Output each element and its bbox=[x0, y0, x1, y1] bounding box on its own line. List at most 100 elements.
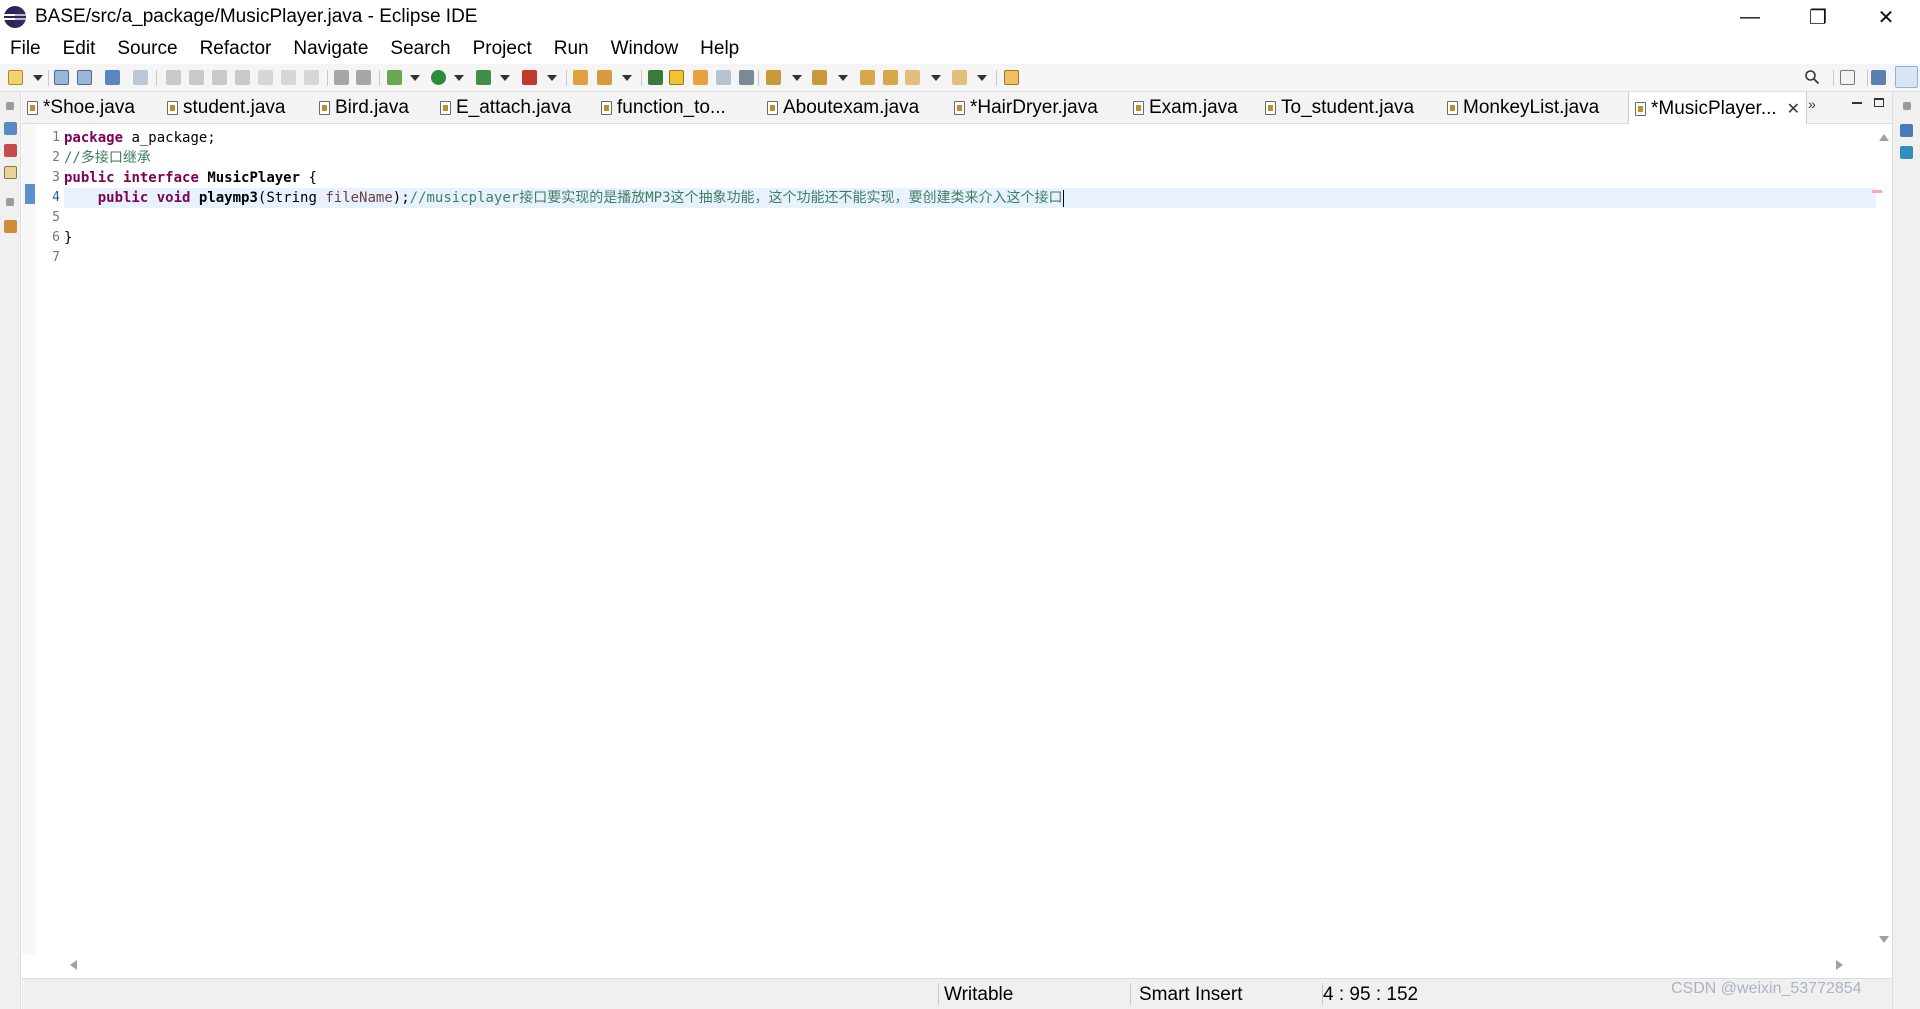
minimize-button[interactable]: — bbox=[1716, 0, 1784, 34]
scroll-up-icon[interactable] bbox=[1879, 134, 1889, 141]
maximize-editor-icon[interactable] bbox=[1874, 98, 1884, 107]
mark-occurrences-icon[interactable] bbox=[669, 70, 684, 85]
open-perspective-icon[interactable] bbox=[1840, 70, 1855, 85]
code-line[interactable] bbox=[64, 248, 1876, 268]
next-annotation-icon[interactable] bbox=[766, 70, 781, 85]
scroll-right-icon[interactable] bbox=[1836, 960, 1843, 970]
open-type-icon[interactable] bbox=[573, 70, 588, 85]
javadoc-icon[interactable] bbox=[4, 166, 17, 179]
minimize-editor-icon[interactable] bbox=[1852, 102, 1862, 104]
disconnect-icon[interactable] bbox=[235, 70, 250, 85]
save-icon[interactable] bbox=[54, 70, 69, 85]
search-dropdown-icon[interactable] bbox=[622, 75, 632, 81]
horizontal-scrollbar[interactable] bbox=[64, 956, 1854, 974]
tab-exam-java[interactable]: Exam.java bbox=[1133, 92, 1238, 124]
close-tab-icon[interactable]: ✕ bbox=[1787, 99, 1800, 119]
scroll-left-icon[interactable] bbox=[70, 960, 77, 970]
suspend-icon[interactable] bbox=[189, 70, 204, 85]
debug-icon[interactable] bbox=[387, 70, 402, 85]
code-line-current[interactable]: public void playmp3(String fileName);//m… bbox=[64, 188, 1876, 208]
skip-breakpoints-icon[interactable] bbox=[133, 70, 148, 85]
external-tools-dropdown-icon[interactable] bbox=[547, 75, 557, 81]
menu-file[interactable]: File bbox=[10, 38, 41, 60]
tab-monkeylist-java[interactable]: MonkeyList.java bbox=[1447, 92, 1599, 124]
last-edit-location-icon[interactable] bbox=[860, 70, 875, 85]
save-all-icon[interactable] bbox=[77, 70, 92, 85]
forward-dropdown-icon[interactable] bbox=[977, 75, 987, 81]
run-icon[interactable] bbox=[431, 70, 446, 85]
menu-window[interactable]: Window bbox=[611, 38, 679, 60]
status-cursor-position[interactable]: 4 : 95 : 152 bbox=[1323, 984, 1418, 1006]
forward-icon[interactable] bbox=[952, 70, 967, 85]
menu-refactor[interactable]: Refactor bbox=[200, 38, 272, 60]
previous-annotation-icon[interactable] bbox=[812, 70, 827, 85]
close-button[interactable]: ✕ bbox=[1852, 0, 1920, 34]
menu-navigate[interactable]: Navigate bbox=[293, 38, 368, 60]
back-icon[interactable] bbox=[905, 70, 920, 85]
vertical-scrollbar[interactable] bbox=[1876, 124, 1892, 954]
code-line[interactable]: public interface MusicPlayer { bbox=[64, 168, 1876, 188]
tab-to-student-java[interactable]: To_student.java bbox=[1265, 92, 1414, 124]
restore-view-icon[interactable] bbox=[6, 198, 14, 206]
coverage-icon[interactable] bbox=[476, 70, 491, 85]
open-console-icon[interactable] bbox=[105, 70, 120, 85]
run-dropdown-icon[interactable] bbox=[454, 75, 464, 81]
code-editor[interactable]: 1 2 3 4 5 6 7 package a_package; //多接口继承… bbox=[22, 124, 1892, 954]
external-tools-icon[interactable] bbox=[522, 70, 537, 85]
tab-function-to[interactable]: function_to... bbox=[601, 92, 726, 124]
problems-icon[interactable] bbox=[4, 144, 17, 157]
code-text-area[interactable]: package a_package; //多接口继承 public interf… bbox=[64, 124, 1876, 954]
scroll-down-icon[interactable] bbox=[1879, 936, 1889, 943]
resume-icon[interactable] bbox=[166, 70, 181, 85]
use-step-filters-icon[interactable] bbox=[356, 70, 371, 85]
block-selection-icon[interactable] bbox=[693, 70, 708, 85]
outline-icon[interactable] bbox=[4, 220, 17, 233]
restore-view-icon[interactable] bbox=[1903, 102, 1911, 110]
menu-help[interactable]: Help bbox=[700, 38, 739, 60]
tab-student-java[interactable]: student.java bbox=[167, 92, 285, 124]
new-icon[interactable] bbox=[8, 70, 23, 85]
tab-hairdryer-java[interactable]: *HairDryer.java bbox=[954, 92, 1098, 124]
tab-shoe-java[interactable]: *Shoe.java bbox=[27, 92, 135, 124]
status-insert-mode[interactable]: Smart Insert bbox=[1139, 984, 1242, 1006]
previous-annotation-dropdown-icon[interactable] bbox=[838, 75, 848, 81]
next-edit-location-icon[interactable] bbox=[883, 70, 898, 85]
restore-button[interactable]: ❐ bbox=[1784, 0, 1852, 34]
search-icon[interactable] bbox=[1804, 69, 1820, 85]
tab-musicplayer-java[interactable]: *MusicPlayer... ✕ bbox=[1628, 92, 1808, 125]
show-whitespace-icon[interactable] bbox=[739, 70, 754, 85]
word-wrap-icon[interactable] bbox=[716, 70, 731, 85]
step-over-icon[interactable] bbox=[281, 70, 296, 85]
tab-bird-java[interactable]: Bird.java bbox=[319, 92, 409, 124]
drop-to-frame-icon[interactable] bbox=[334, 70, 349, 85]
tab-overflow-icon[interactable]: » bbox=[1808, 96, 1816, 112]
debug-dropdown-icon[interactable] bbox=[410, 75, 420, 81]
menu-search[interactable]: Search bbox=[390, 38, 450, 60]
step-return-icon[interactable] bbox=[304, 70, 319, 85]
code-line[interactable]: //多接口继承 bbox=[64, 148, 1876, 168]
tab-e-attach-java[interactable]: E_attach.java bbox=[440, 92, 571, 124]
restore-view-icon[interactable] bbox=[6, 102, 14, 110]
menu-project[interactable]: Project bbox=[473, 38, 532, 60]
java-perspective-icon[interactable] bbox=[1871, 70, 1886, 85]
debug-perspective-icon[interactable] bbox=[1895, 66, 1918, 88]
package-explorer-icon[interactable] bbox=[4, 122, 17, 135]
code-line[interactable]: } bbox=[64, 228, 1876, 248]
terminate-icon[interactable] bbox=[212, 70, 227, 85]
step-into-icon[interactable] bbox=[258, 70, 273, 85]
tab-aboutexam-java[interactable]: Aboutexam.java bbox=[767, 92, 919, 124]
search-tool-icon[interactable] bbox=[597, 70, 612, 85]
menu-edit[interactable]: Edit bbox=[63, 38, 96, 60]
overview-ruler-marker[interactable] bbox=[1872, 190, 1882, 193]
coverage-dropdown-icon[interactable] bbox=[500, 75, 510, 81]
breakpoints-icon[interactable] bbox=[1900, 146, 1913, 159]
code-line[interactable]: package a_package; bbox=[64, 128, 1876, 148]
back-dropdown-icon[interactable] bbox=[931, 75, 941, 81]
menu-source[interactable]: Source bbox=[117, 38, 177, 60]
toggle-breadcrumb-icon[interactable] bbox=[648, 70, 663, 85]
variables-icon[interactable] bbox=[1900, 124, 1913, 137]
pin-editor-icon[interactable] bbox=[1004, 70, 1019, 85]
next-annotation-dropdown-icon[interactable] bbox=[792, 75, 802, 81]
code-line[interactable] bbox=[64, 208, 1876, 228]
new-dropdown-icon[interactable] bbox=[33, 75, 43, 81]
